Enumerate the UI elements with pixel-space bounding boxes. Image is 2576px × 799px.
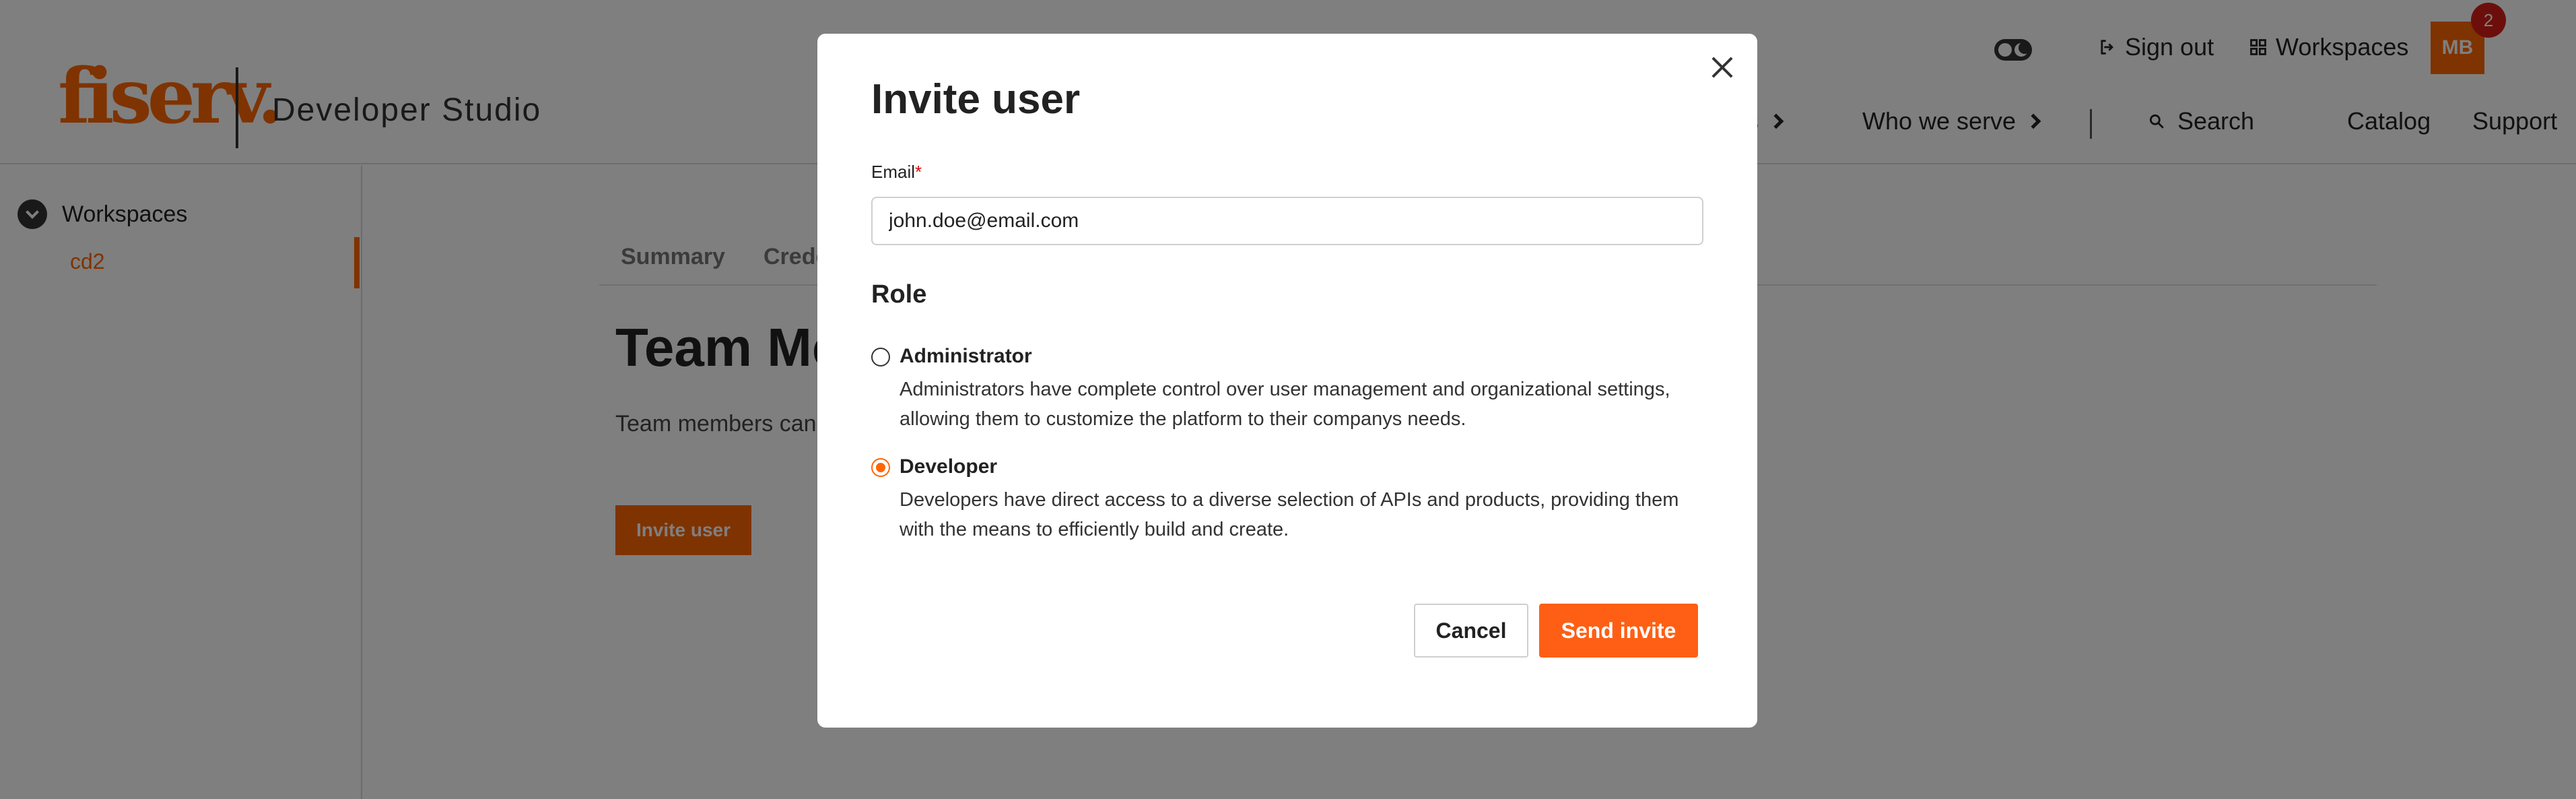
email-label-text: Email: [871, 162, 916, 182]
role-heading: Role: [871, 280, 927, 309]
cancel-button[interactable]: Cancel: [1414, 604, 1528, 658]
invite-user-dialog: Invite user Email* Role Administrator Ad…: [817, 34, 1757, 728]
developer-radio[interactable]: [871, 458, 890, 477]
role-title: Administrator: [900, 345, 1032, 367]
role-description: Developers have direct access to a diver…: [900, 489, 1679, 540]
email-field[interactable]: [871, 197, 1703, 245]
role-title: Developer: [900, 455, 998, 478]
dialog-title: Invite user: [871, 76, 1081, 123]
send-invite-button[interactable]: Send invite: [1539, 604, 1698, 658]
email-label: Email*: [871, 162, 922, 183]
administrator-radio[interactable]: [871, 348, 890, 366]
role-description: Administrators have complete control ove…: [900, 379, 1670, 430]
close-icon[interactable]: [1706, 51, 1738, 84]
required-mark: *: [915, 162, 922, 182]
